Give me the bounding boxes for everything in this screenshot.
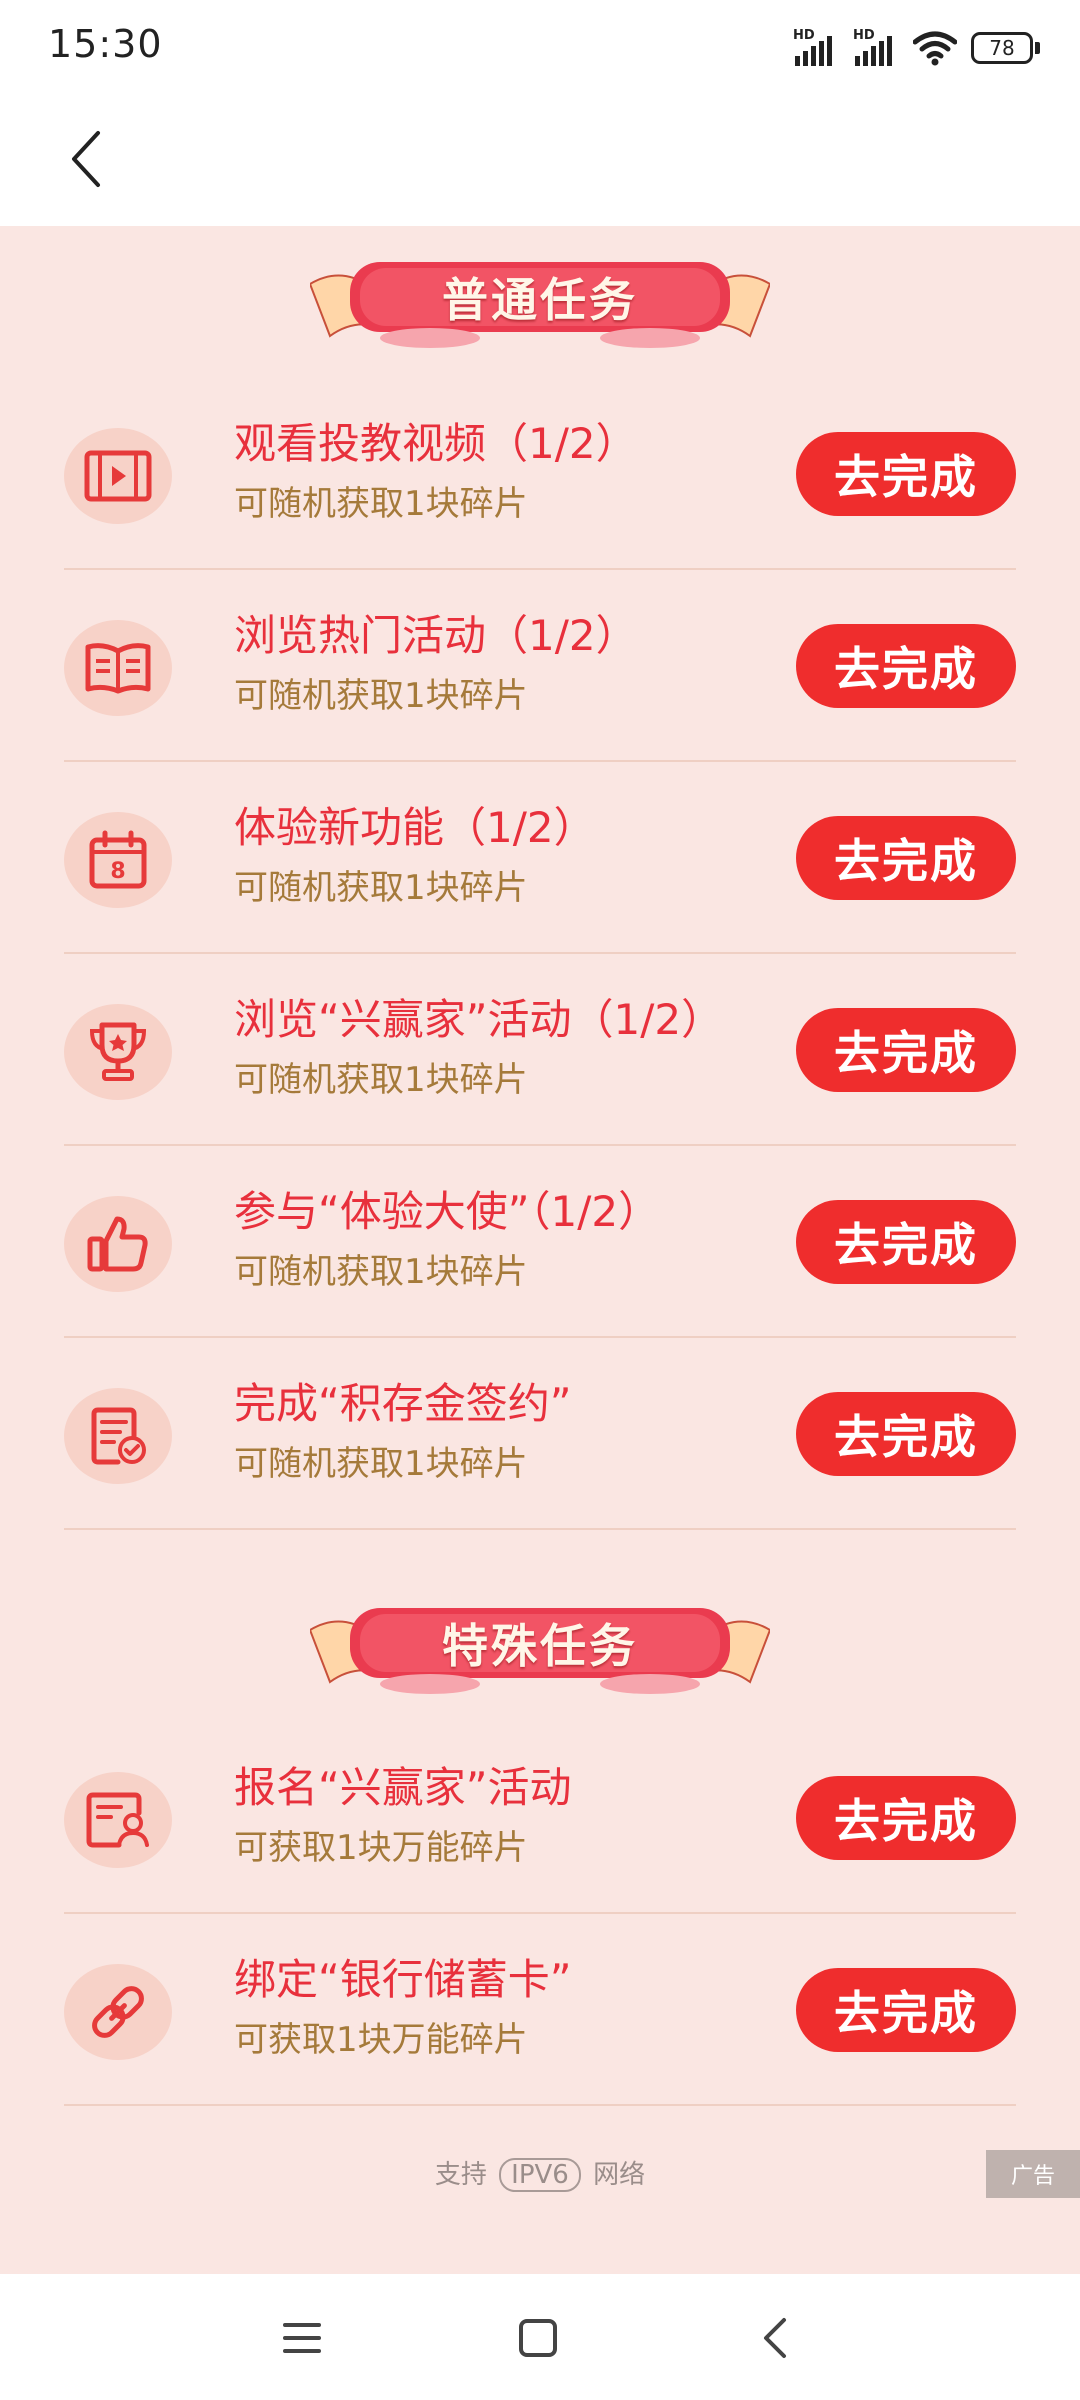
task-subtitle: 可随机获取1块碎片 [234,1444,528,1484]
menu-icon [283,2323,321,2353]
cellular-signal-icon: HD [793,28,839,68]
task-title: 绑定“银行储蓄卡” [234,1955,572,2004]
system-nav-bar [0,2274,1080,2400]
section-banner: 特殊任务 [310,1592,770,1702]
task-row: 8 体验新功能（1/2） 可随机获取1块碎片 去完成 [64,762,1016,954]
complete-task-button[interactable]: 去完成 [796,1776,1016,1860]
status-icons: HD HD 78 [793,24,1040,72]
network-text: 网络 [593,2160,646,2190]
document-check-icon [64,1388,172,1484]
task-row: 报名“兴赢家”活动 可获取1块万能碎片 去完成 [64,1722,1016,1914]
nav-bar [0,96,1080,226]
ipv6-badge: IPV6 [499,2158,581,2192]
task-row: 浏览热门活动（1/2） 可随机获取1块碎片 去完成 [64,570,1016,762]
menu-button[interactable] [274,2310,330,2366]
task-subtitle: 可随机获取1块碎片 [234,1252,528,1292]
status-bar: 15:30 HD HD 78 [0,0,1080,96]
battery-level: 78 [971,32,1033,64]
complete-task-button[interactable]: 去完成 [796,816,1016,900]
complete-task-button[interactable]: 去完成 [796,1200,1016,1284]
support-text: 支持 [434,2160,487,2190]
task-subtitle: 可随机获取1块碎片 [234,676,528,716]
task-title: 浏览“兴赢家”活动（1/2） [234,995,724,1044]
thumbs-up-icon [64,1196,172,1292]
home-square-icon [519,2319,557,2357]
section-title: 普通任务 [442,273,638,327]
home-button[interactable] [510,2310,566,2366]
battery-icon: 78 [971,32,1040,64]
section-banner: 普通任务 [310,246,770,356]
back-button[interactable] [56,124,116,194]
chevron-left-icon [72,131,100,187]
task-title: 体验新功能（1/2） [234,803,596,852]
user-card-icon [64,1772,172,1868]
complete-task-button[interactable]: 去完成 [796,1968,1016,2052]
chevron-left-icon [764,2318,786,2358]
task-subtitle: 可随机获取1块碎片 [234,1060,528,1100]
task-row: 观看投教视频（1/2） 可随机获取1块碎片 去完成 [64,378,1016,570]
task-row: 完成“积存金签约” 可随机获取1块碎片 去完成 [64,1338,1016,1530]
complete-task-button[interactable]: 去完成 [796,432,1016,516]
book-icon [64,620,172,716]
complete-task-button[interactable]: 去完成 [796,1392,1016,1476]
section-title: 特殊任务 [442,1619,638,1673]
calendar-icon: 8 [64,812,172,908]
task-title: 浏览热门活动（1/2） [234,611,638,660]
task-subtitle: 可获取1块万能碎片 [234,1828,528,1868]
task-title: 报名“兴赢家”活动 [234,1763,572,1812]
trophy-icon [64,1004,172,1100]
video-icon [64,428,172,524]
complete-task-button[interactable]: 去完成 [796,1008,1016,1092]
link-icon [64,1964,172,2060]
task-row: 浏览“兴赢家”活动（1/2） 可随机获取1块碎片 去完成 [64,954,1016,1146]
task-title: 完成“积存金签约” [234,1379,572,1428]
complete-task-button[interactable]: 去完成 [796,624,1016,708]
cellular-signal-icon: HD [853,28,899,68]
normal-task-list: 观看投教视频（1/2） 可随机获取1块碎片 去完成 浏览热门活动（1/2） 可随… [64,378,1016,1530]
task-title: 观看投教视频（1/2） [234,419,638,468]
task-subtitle: 可随机获取1块碎片 [234,868,528,908]
svg-text:8: 8 [110,859,125,884]
task-subtitle: 可随机获取1块碎片 [234,484,528,524]
wifi-icon [913,31,957,66]
task-subtitle: 可获取1块万能碎片 [234,2020,528,2060]
task-row: 参与“体验大使”（1/2） 可随机获取1块碎片 去完成 [64,1146,1016,1338]
ipv6-support-note: 支持 IPV6 网络 [0,2154,1080,2192]
task-page: 普通任务 观看投教视频（1/2） 可随机获取1块碎片 去完成 浏览热门活动（1/… [0,226,1080,2274]
system-back-button[interactable] [746,2310,802,2366]
task-row: 绑定“银行储蓄卡” 可获取1块万能碎片 去完成 [64,1914,1016,2106]
status-time: 15:30 [48,22,163,66]
task-title: 参与“体验大使”（1/2） [234,1187,661,1236]
ad-label[interactable]: 广告 [986,2150,1080,2198]
special-task-list: 报名“兴赢家”活动 可获取1块万能碎片 去完成 绑定“银行储蓄卡” 可获取1块万… [64,1722,1016,2106]
